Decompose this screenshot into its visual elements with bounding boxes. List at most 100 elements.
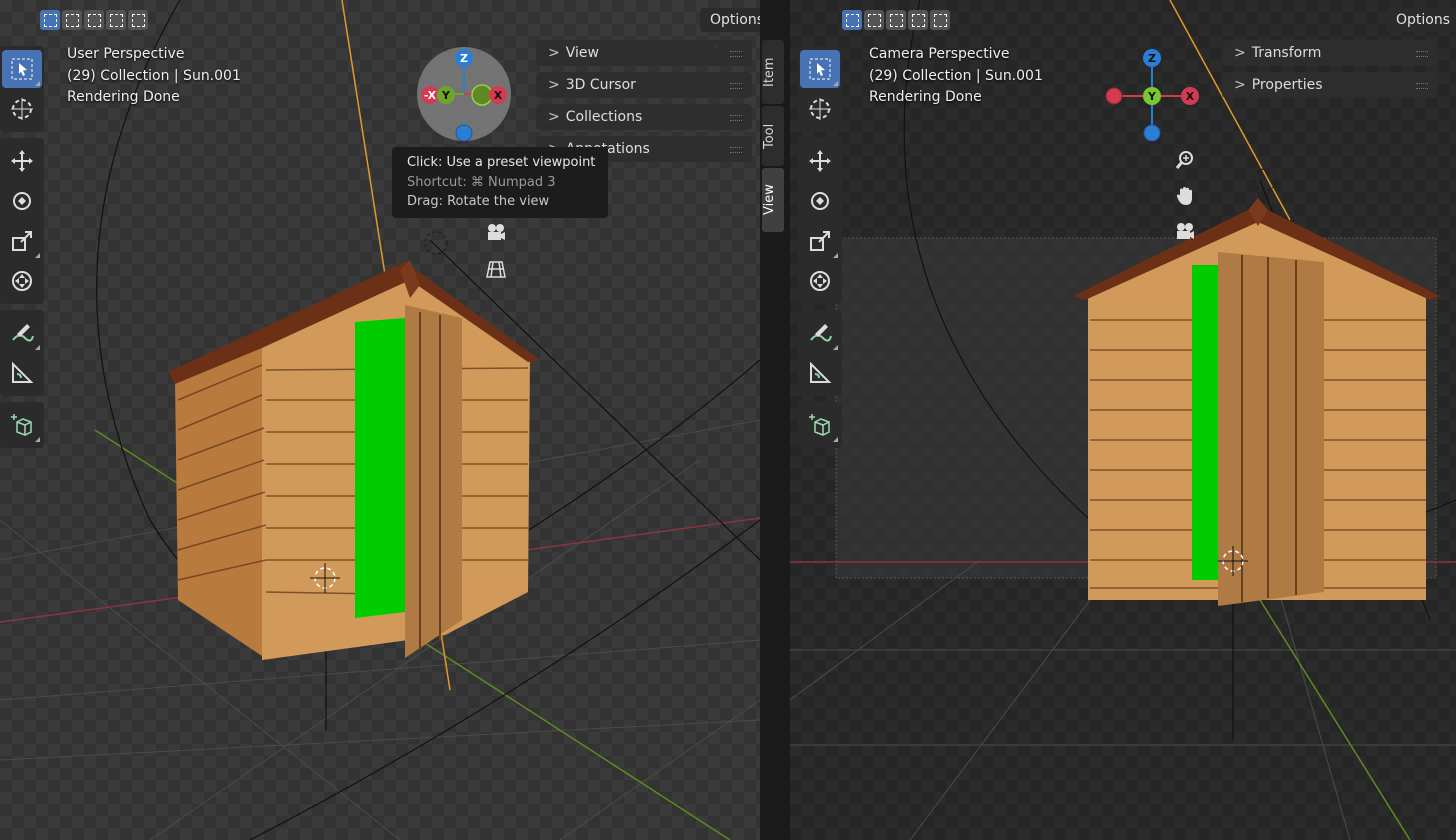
svg-text:Y: Y	[441, 89, 451, 102]
camera-view-button[interactable]	[1171, 218, 1199, 246]
chevron-right-icon: >	[548, 109, 560, 125]
measure-tool[interactable]	[2, 354, 42, 392]
right-sidebar-panel: > Transform > Properties	[1222, 40, 1438, 104]
left-toolbar	[0, 46, 44, 454]
select-extend-button[interactable]	[864, 10, 884, 30]
options-label: Options	[710, 12, 760, 28]
shed-door	[1218, 252, 1324, 606]
gizmo-neg-z[interactable]	[455, 124, 473, 142]
select-mode-group	[40, 10, 148, 30]
select-mode-group	[842, 10, 950, 30]
render-status-label: Rendering Done	[869, 89, 982, 105]
add-cube-icon	[809, 414, 830, 436]
gizmo-tooltip: Click: Use a preset viewpoint Shortcut: …	[392, 147, 608, 218]
zoom-icon	[1175, 151, 1193, 169]
zoom-button[interactable]	[1171, 146, 1199, 174]
cursor-tool[interactable]	[2, 90, 42, 128]
sidebar-tabs: Item Tool View	[762, 40, 784, 234]
annotate-tool[interactable]	[2, 314, 42, 352]
panel-transform[interactable]: > Transform	[1222, 40, 1438, 66]
select-intersect-button[interactable]	[930, 10, 950, 30]
rotate-tool[interactable]	[800, 182, 840, 220]
left-viewport[interactable]: Options ⌄	[0, 0, 760, 840]
right-toolbar	[798, 46, 842, 454]
options-dropdown[interactable]: Options ⌄	[700, 8, 760, 52]
measure-icon	[12, 361, 34, 383]
tab-view[interactable]: View	[762, 168, 784, 232]
rotate-icon	[811, 192, 829, 210]
navigation-gizmo[interactable]: Z -X Y X	[416, 46, 512, 142]
tooltip-click-line: Click: Use a preset viewpoint	[407, 155, 596, 170]
view-mode-label: User Perspective	[67, 46, 185, 62]
render-status-label: Rendering Done	[67, 89, 180, 105]
add-cube-icon	[11, 414, 32, 436]
panel-properties[interactable]: > Properties	[1222, 72, 1438, 98]
svg-text:Z: Z	[460, 52, 468, 65]
scale-tool[interactable]	[2, 222, 42, 260]
camera-icon	[488, 224, 505, 240]
select-box-icon	[809, 58, 831, 80]
measure-tool[interactable]	[800, 354, 840, 392]
camera-icon	[1177, 223, 1194, 239]
svg-text:X: X	[1186, 90, 1195, 103]
cursor-icon	[11, 98, 33, 120]
green-screen-panel	[1192, 265, 1218, 580]
select-extend-button[interactable]	[62, 10, 82, 30]
cursor-icon	[809, 98, 831, 120]
svg-text:X: X	[494, 89, 503, 102]
gizmo-neg-z[interactable]	[1143, 124, 1161, 142]
pan-button[interactable]	[1171, 182, 1199, 210]
collection-label: (29) Collection | Sun.001	[869, 67, 1043, 84]
svg-text:-X: -X	[424, 89, 437, 102]
add-cube-tool[interactable]	[800, 406, 840, 444]
transform-icon	[810, 271, 830, 291]
options-label: Options	[1396, 12, 1451, 28]
rotate-icon	[13, 192, 31, 210]
select-new-button[interactable]	[842, 10, 862, 30]
toggle-ortho-button[interactable]	[482, 255, 510, 283]
chevron-right-icon: >	[548, 45, 560, 61]
select-invert-button[interactable]	[908, 10, 928, 30]
tab-tool[interactable]: Tool	[762, 106, 784, 166]
navigation-gizmo[interactable]: Z Y X	[1104, 46, 1200, 142]
transform-tool[interactable]	[2, 262, 42, 300]
move-icon	[11, 150, 33, 172]
sun-light-icon	[424, 231, 448, 255]
move-tool[interactable]	[2, 142, 42, 180]
chevron-right-icon: >	[1234, 45, 1246, 61]
move-icon	[809, 150, 831, 172]
transform-tool[interactable]	[800, 262, 840, 300]
annotate-tool[interactable]	[800, 314, 840, 352]
viewport-info: Camera Perspective (29) Collection | Sun…	[869, 44, 1043, 109]
camera-view-button[interactable]	[482, 219, 510, 247]
measure-icon	[810, 361, 832, 383]
right-viewport[interactable]: Options Camera Perspective (29) Collecti…	[790, 0, 1456, 840]
tooltip-shortcut-line: Shortcut: ⌘ Numpad 3	[407, 174, 556, 190]
move-tool[interactable]	[800, 142, 840, 180]
grid-icon	[486, 261, 506, 278]
chevron-right-icon: >	[548, 77, 560, 93]
select-subtract-button[interactable]	[84, 10, 104, 30]
options-dropdown[interactable]: Options	[1386, 8, 1456, 32]
tab-item[interactable]: Item	[762, 40, 784, 104]
scale-tool[interactable]	[800, 222, 840, 260]
select-intersect-button[interactable]	[128, 10, 148, 30]
select-box-tool[interactable]	[2, 50, 42, 88]
cursor-tool[interactable]	[800, 90, 840, 128]
panel-collections[interactable]: > Collections	[536, 104, 752, 130]
hand-pan-icon	[1176, 187, 1192, 205]
scale-icon	[810, 231, 830, 251]
select-invert-button[interactable]	[106, 10, 126, 30]
shed-door	[405, 305, 462, 658]
annotate-icon	[12, 324, 34, 342]
rotate-tool[interactable]	[2, 182, 42, 220]
select-box-tool[interactable]	[800, 50, 840, 88]
panel-view[interactable]: > View	[536, 40, 752, 66]
select-subtract-button[interactable]	[886, 10, 906, 30]
add-cube-tool[interactable]	[2, 406, 42, 444]
gizmo-neg-x[interactable]	[1105, 87, 1123, 105]
svg-text:Z: Z	[1148, 52, 1156, 65]
panel-3d-cursor[interactable]: >3D Cursor	[536, 72, 752, 98]
select-new-button[interactable]	[40, 10, 60, 30]
viewport-info: User Perspective (29) Collection | Sun.0…	[67, 44, 241, 109]
